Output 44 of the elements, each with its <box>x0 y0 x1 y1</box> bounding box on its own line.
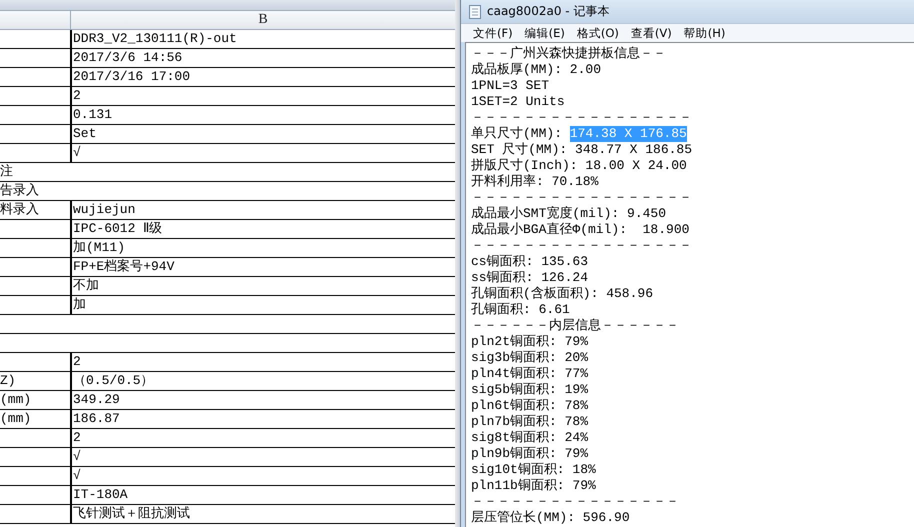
text-line: －－－－－－－－－－－－－－－－－ <box>471 190 692 206</box>
text-line: 层压管位长(MM): 596.90 <box>471 510 630 526</box>
text-line: 1SET=2 Units <box>471 94 565 110</box>
text-line: SET 尺寸(MM): 348.77 X 186.85 <box>471 142 692 158</box>
text-line: pln11b铜面积: 79% <box>471 478 596 494</box>
text-line: 孔铜面积(含板面积): 458.96 <box>471 286 654 302</box>
text-line: sig10t铜面积: 18% <box>471 462 596 478</box>
text-line: sig8t铜面积: 24% <box>471 430 588 446</box>
menu-item[interactable]: 帮助(H) <box>684 26 726 40</box>
table-cell-text: (mm) <box>0 391 32 409</box>
menu-item[interactable]: 格式(O) <box>576 26 619 40</box>
table-cell-text: 注 <box>0 163 14 181</box>
table-cell-text: 料录入 <box>0 201 40 219</box>
text-line: －－－广州兴森快捷拼板信息－－ <box>471 46 666 62</box>
text-line: －－－－－－－－－－－－－－－－ <box>471 494 679 510</box>
text-line: pln7b铜面积: 78% <box>471 414 588 430</box>
text-line: －－－－－－内层信息－－－－－－ <box>471 318 679 334</box>
text-line: ss铜面积: 126.24 <box>471 270 588 286</box>
text-line: cs铜面积: 135.63 <box>471 254 588 270</box>
text-line: 单只尺寸(MM): <box>471 126 564 142</box>
table-cell-text: 告录入 <box>0 182 40 200</box>
text-line: 拼版尺寸(Inch): 18.00 X 24.00 <box>471 158 687 174</box>
selected-text: 174.38 X 176.85 <box>570 126 687 142</box>
menu-item[interactable]: 编辑(E) <box>524 26 565 40</box>
text-line: 开料利用率: 70.18% <box>471 174 598 190</box>
text-line: 成品最小BGA直径Φ(mil): 18.900 <box>471 222 690 238</box>
text-line: pln2t铜面积: 79% <box>471 334 588 350</box>
text-line: pln6t铜面积: 78% <box>471 398 588 414</box>
text-line: －－－－－－－－－－－－－－－－－ <box>471 238 692 254</box>
text-line: sig5b铜面积: 19% <box>471 382 588 398</box>
window-title: caag8002a0 - 记事本 <box>487 3 610 20</box>
text-line: 1PNL=3 SET <box>471 78 550 94</box>
text-line: pln4t铜面积: 77% <box>471 366 588 382</box>
text-line: 成品板厚(MM): 2.00 <box>471 62 602 78</box>
menu-item[interactable]: 文件(F) <box>473 26 513 40</box>
text-line: sig3b铜面积: 20% <box>471 350 588 366</box>
text-line: 成品最小SMT宽度(mil): 9.450 <box>471 206 666 222</box>
table-cell-text: Z) <box>0 372 17 390</box>
text-line: －－－－－－－－－－－－－－－－－ <box>471 110 692 126</box>
text-line: pln9b铜面积: 79% <box>471 446 588 462</box>
table-cell-text: (mm) <box>0 410 32 428</box>
text-line: 孔铜面积: 6.61 <box>471 302 570 318</box>
menu-item[interactable]: 查看(V) <box>630 26 672 40</box>
notepad-icon <box>469 4 481 18</box>
